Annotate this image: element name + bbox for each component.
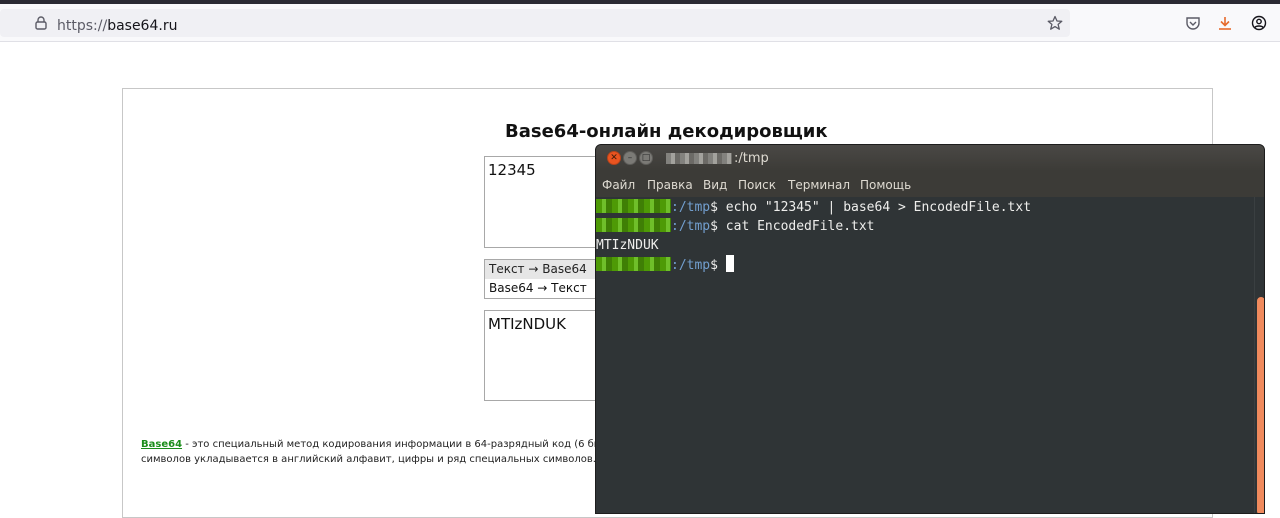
url-text[interactable]: https://base64.ru [57,18,177,34]
menu-file[interactable]: Файл [602,178,635,192]
blurred-username [666,153,732,164]
terminal-line-4: :/tmp$ [596,255,734,274]
download-icon[interactable] [1215,13,1235,33]
minimize-icon[interactable]: – [623,151,637,165]
blurred-hostname [596,218,671,232]
terminal-cursor [725,255,734,272]
url-bar[interactable]: https://base64.ru [0,9,1070,37]
description-line1: - это специальный метод кодирования инфо… [182,439,601,450]
base64-link[interactable]: Base64 [141,439,182,450]
prompt-symbol: $ [710,258,718,273]
page-title: Base64-онлайн декодировщик [505,121,828,142]
lock-icon[interactable] [31,13,51,33]
menu-terminal[interactable]: Терминал [788,178,850,192]
terminal-titlebar[interactable]: ✕ – □ :/tmp [596,145,1264,171]
account-icon[interactable] [1249,13,1269,33]
bookmark-star-icon[interactable] [1045,13,1065,33]
terminal-title: :/tmp [734,151,769,166]
prompt-symbol: $ [710,200,718,215]
url-host: base64.ru [107,18,178,34]
terminal-line-2: :/tmp$ cat EncodedFile.txt [596,217,875,236]
url-scheme: https:// [57,18,108,34]
prompt-path: :/tmp [671,258,711,273]
browser-toolbar: https://base64.ru [0,4,1280,42]
prompt-path: :/tmp [671,200,711,215]
terminal-scrollbar[interactable] [1254,197,1264,513]
command-text: cat EncodedFile.txt [717,219,875,234]
menu-help[interactable]: Помощь [860,178,911,192]
scrollbar-thumb[interactable] [1257,297,1264,513]
terminal-line-1: :/tmp$ echo "12345" | base64 > EncodedFi… [596,198,1031,217]
maximize-icon[interactable]: □ [639,151,653,165]
terminal-window: ✕ – □ :/tmp Файл Правка Вид Поиск Термин… [595,144,1265,514]
description-text: Base64 - это специальный метод кодирован… [141,437,601,467]
blurred-hostname [596,257,671,271]
terminal-output[interactable]: :/tmp$ echo "12345" | base64 > EncodedFi… [596,197,1254,513]
terminal-menubar: Файл Правка Вид Поиск Терминал Помощь [596,171,1264,197]
terminal-line-3: MTIzNDUK [596,236,659,255]
prompt-symbol: $ [710,219,718,234]
prompt-path: :/tmp [671,219,711,234]
command-text: echo "12345" | base64 > EncodedFile.txt [717,200,1032,215]
command-output: MTIzNDUK [596,238,659,253]
description-line2: символов укладывается в английский алфав… [141,454,601,465]
close-icon[interactable]: ✕ [607,151,621,165]
blurred-hostname [596,199,671,213]
menu-edit[interactable]: Правка [647,178,693,192]
pocket-icon[interactable] [1183,13,1203,33]
menu-view[interactable]: Вид [703,178,727,192]
menu-search[interactable]: Поиск [738,178,776,192]
